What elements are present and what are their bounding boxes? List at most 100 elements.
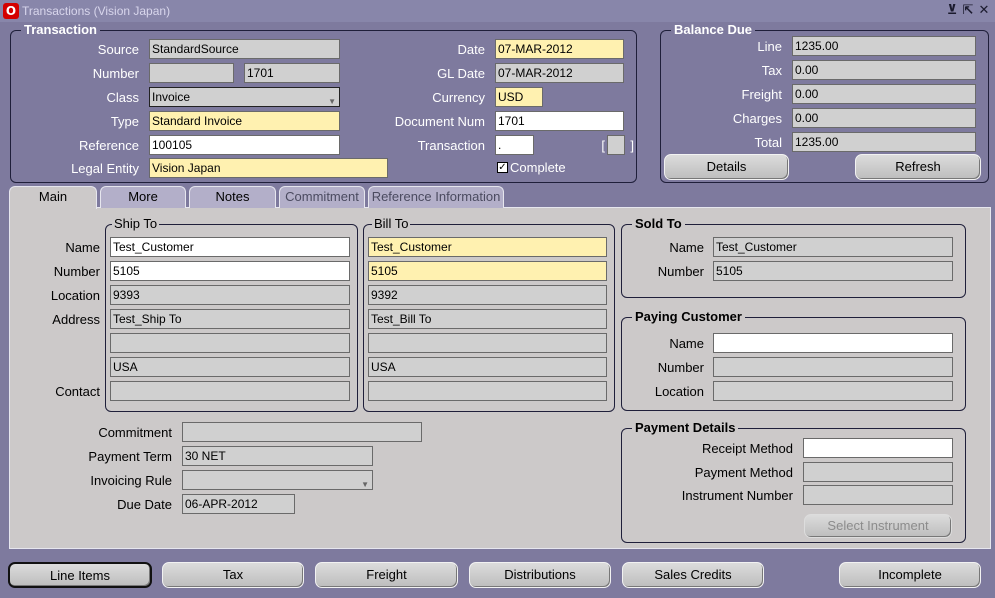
ship-to-name-field[interactable]: Test_Customer (110, 237, 350, 257)
payment-method-field[interactable] (803, 462, 953, 482)
bracket-open: [ (601, 138, 605, 153)
line-label: Line (757, 39, 782, 54)
payment-details-title: Payment Details (632, 421, 739, 435)
receipt-method-field[interactable] (803, 438, 953, 458)
chevron-down-icon[interactable]: ▼ (361, 476, 369, 489)
close-icon[interactable]: ✕ (977, 3, 991, 19)
paying-location-field[interactable] (713, 381, 953, 401)
currency-label: Currency (432, 90, 485, 105)
bill-to-contact-field[interactable] (368, 381, 607, 401)
charges-label: Charges (732, 111, 782, 126)
freight-label: Freight (741, 87, 782, 102)
distributions-button[interactable]: Distributions (469, 562, 611, 588)
tab-commitment[interactable]: Commitment (279, 186, 365, 208)
paying-number-label: Number (657, 360, 704, 375)
payment-method-label: Payment Method (694, 465, 793, 480)
tax-amount: 0.00 (792, 60, 976, 80)
bill-to-number-field[interactable]: 5105 (368, 261, 607, 281)
instrument-number-label: Instrument Number (681, 488, 793, 503)
bill-to-name-field[interactable]: Test_Customer (368, 237, 607, 257)
transaction-flex-label: Transaction (417, 138, 485, 153)
ship-to-country-field[interactable]: USA (110, 357, 350, 377)
ship-to-location-field[interactable]: 9393 (110, 285, 350, 305)
number-row-label: Number (53, 264, 100, 279)
charges-amount: 0.00 (792, 108, 976, 128)
bill-to-address-field[interactable]: Test_Bill To (368, 309, 607, 329)
bracket-close: ] (630, 138, 634, 153)
instrument-number-field[interactable] (803, 485, 953, 505)
reference-label: Reference (79, 138, 139, 153)
incomplete-button[interactable]: Incomplete (839, 562, 981, 588)
ship-to-number-field[interactable]: 5105 (110, 261, 350, 281)
complete-label: Complete (510, 160, 566, 175)
payment-term-label: Payment Term (88, 449, 172, 464)
sold-to-number-label: Number (657, 264, 704, 279)
chevron-down-icon[interactable]: ▼ (328, 93, 336, 106)
number-prefix-field[interactable] (149, 63, 234, 83)
sold-to-number-field[interactable]: 5105 (713, 261, 953, 281)
tax-label: Tax (761, 63, 782, 78)
payment-term-field[interactable]: 30 NET (182, 446, 373, 466)
line-items-button[interactable]: Line Items (8, 562, 152, 588)
contact-row-label: Contact (55, 384, 100, 399)
ship-to-contact-field[interactable] (110, 381, 350, 401)
tab-main[interactable]: Main (9, 186, 97, 209)
due-date-label: Due Date (117, 497, 172, 512)
document-num-field[interactable]: 1701 (495, 111, 624, 131)
due-date-field[interactable]: 06-APR-2012 (182, 494, 295, 514)
class-value: Invoice (152, 90, 191, 104)
line-amount: 1235.00 (792, 36, 976, 56)
sales-credits-button[interactable]: Sales Credits (622, 562, 764, 588)
transaction-group-title: Transaction (21, 23, 100, 37)
paying-location-label: Location (654, 384, 704, 399)
oracle-app-icon: O (3, 3, 19, 19)
bill-to-location-field[interactable]: 9392 (368, 285, 607, 305)
freight-button[interactable]: Freight (315, 562, 458, 588)
date-label: Date (457, 42, 485, 57)
total-amount: 1235.00 (792, 132, 976, 152)
complete-checkbox[interactable]: ✓ (497, 162, 508, 173)
number-field[interactable]: 1701 (244, 63, 340, 83)
tax-button[interactable]: Tax (162, 562, 304, 588)
select-instrument-button[interactable]: Select Instrument (804, 514, 952, 538)
address-row-label: Address (52, 312, 100, 327)
receipt-method-label: Receipt Method (701, 441, 793, 456)
legal-entity-label: Legal Entity (71, 161, 139, 176)
total-label: Total (754, 135, 782, 150)
minimize-icon[interactable]: ⊻ (945, 3, 959, 19)
paying-number-field[interactable] (713, 357, 953, 377)
reference-field[interactable]: 100105 (149, 135, 340, 155)
tab-notes[interactable]: Notes (189, 186, 276, 208)
bill-to-title: Bill To (372, 216, 411, 231)
date-field[interactable]: 07-MAR-2012 (495, 39, 624, 59)
invoicing-rule-select[interactable]: ▼ (182, 470, 373, 490)
ship-to-address-field[interactable]: Test_Ship To (110, 309, 350, 329)
sold-to-name-field[interactable]: Test_Customer (713, 237, 953, 257)
legal-entity-field[interactable]: Vision Japan (149, 158, 388, 178)
ship-to-address2-field[interactable] (110, 333, 350, 353)
source-field[interactable]: StandardSource (149, 39, 340, 59)
paying-name-field[interactable] (713, 333, 953, 353)
document-num-label: Document Num (394, 114, 485, 129)
restore-icon[interactable]: ⇱ (961, 3, 975, 19)
class-select[interactable]: Invoice ▼ (149, 87, 340, 107)
tab-reference-information[interactable]: Reference Information (368, 186, 504, 208)
transaction-flex-field[interactable]: . (495, 135, 534, 155)
sold-to-name-label: Name (669, 240, 704, 255)
details-button[interactable]: Details (664, 154, 789, 180)
gl-date-field[interactable]: 07-MAR-2012 (495, 63, 624, 83)
descriptive-flexfield[interactable] (607, 135, 625, 155)
window-title-bar: O Transactions (Vision Japan) ⊻ ⇱ ✕ (0, 0, 995, 22)
invoicing-rule-label: Invoicing Rule (90, 473, 172, 488)
bill-to-address2-field[interactable] (368, 333, 607, 353)
paying-name-label: Name (669, 336, 704, 351)
tab-more[interactable]: More (100, 186, 186, 208)
ship-to-title: Ship To (112, 216, 160, 231)
bill-to-country-field[interactable]: USA (368, 357, 607, 377)
gl-date-label: GL Date (437, 66, 485, 81)
paying-customer-title: Paying Customer (632, 310, 745, 324)
refresh-button[interactable]: Refresh (855, 154, 981, 180)
currency-field[interactable]: USD (495, 87, 543, 107)
type-field[interactable]: Standard Invoice (149, 111, 340, 131)
commitment-field[interactable] (182, 422, 422, 442)
